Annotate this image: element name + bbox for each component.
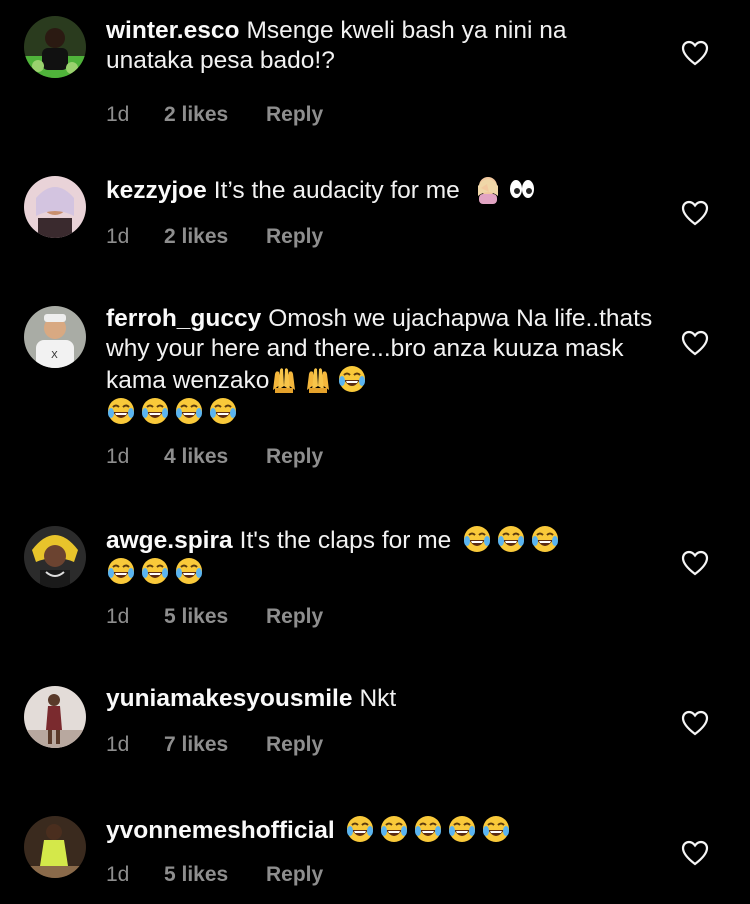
avatar[interactable] <box>24 176 86 238</box>
joy-emoji <box>530 524 560 554</box>
comment-likes[interactable]: 2 likes <box>164 102 266 128</box>
comment-text: yuniamakesyousmile Nkt <box>106 684 654 714</box>
joy-emoji <box>208 396 238 426</box>
comment-likes[interactable]: 4 likes <box>164 444 266 470</box>
comment-username[interactable]: kezzyjoe <box>106 177 207 204</box>
joy-emoji <box>106 396 136 426</box>
joy-emoji <box>413 814 443 844</box>
eyes-emoji <box>507 174 537 204</box>
comment-likes[interactable]: 2 likes <box>164 224 266 250</box>
joy-emoji <box>481 814 511 844</box>
reply-button[interactable]: Reply <box>266 444 323 470</box>
svg-text:X: X <box>51 350 58 361</box>
comment-username[interactable]: ferroh_guccy <box>106 305 261 332</box>
comment-time: 1d <box>106 225 130 248</box>
avatar[interactable]: X <box>24 306 86 368</box>
comment-likes[interactable]: 7 likes <box>164 732 266 758</box>
joy-emoji <box>345 814 375 844</box>
heart-icon[interactable] <box>681 710 709 736</box>
heart-icon[interactable] <box>681 200 709 226</box>
comment-username[interactable]: yuniamakesyousmile <box>106 685 352 712</box>
raised-hands-emoji <box>303 364 333 394</box>
joy-emoji <box>174 396 204 426</box>
avatar[interactable] <box>24 16 86 78</box>
comment-body: Nkt <box>359 685 397 712</box>
joy-emoji <box>496 524 526 554</box>
heart-icon[interactable] <box>681 550 709 576</box>
comment-time: 1d <box>106 103 130 126</box>
joy-emoji <box>174 556 204 586</box>
reply-button[interactable]: Reply <box>266 604 323 630</box>
avatar[interactable] <box>24 816 86 878</box>
comment-text: ferroh_guccy Omosh we ujachapwa Na life..… <box>106 304 654 428</box>
comment-text: awge.spira It's the claps for me <box>106 524 654 588</box>
heart-icon[interactable] <box>681 840 709 866</box>
comment-time: 1d <box>106 863 130 886</box>
comment-text: kezzyjoe It’s the audacity for me <box>106 174 654 206</box>
comment-likes[interactable]: 5 likes <box>164 862 266 888</box>
heart-icon[interactable] <box>681 40 709 66</box>
joy-emoji <box>462 524 492 554</box>
comment-body: It’s the audacity for me <box>213 177 460 204</box>
joy-emoji <box>447 814 477 844</box>
comment-text: yvonnemeshofficial <box>106 814 654 846</box>
reply-button[interactable]: Reply <box>266 732 323 758</box>
reply-button[interactable]: Reply <box>266 224 323 250</box>
avatar[interactable] <box>24 526 86 588</box>
facepalm-emoji <box>473 174 503 204</box>
joy-emoji <box>106 556 136 586</box>
reply-button[interactable]: Reply <box>266 102 323 128</box>
heart-icon[interactable] <box>681 330 709 356</box>
comment-time: 1d <box>106 445 130 468</box>
joy-emoji <box>140 396 170 426</box>
reply-button[interactable]: Reply <box>266 862 323 888</box>
comment-time: 1d <box>106 733 130 756</box>
comment-username[interactable]: winter.esco <box>106 17 239 44</box>
joy-emoji <box>337 364 367 394</box>
joy-emoji <box>379 814 409 844</box>
joy-emoji <box>140 556 170 586</box>
comment-time: 1d <box>106 605 130 628</box>
comment-username[interactable]: awge.spira <box>106 527 233 554</box>
avatar[interactable] <box>24 686 86 748</box>
comment-likes[interactable]: 5 likes <box>164 604 266 630</box>
raised-hands-emoji <box>269 364 299 394</box>
comment-text: winter.esco Msenge kweli bash ya nini na … <box>106 16 654 76</box>
comment-body: It's the claps for me <box>239 527 452 554</box>
comment-username[interactable]: yvonnemeshofficial <box>106 817 335 844</box>
